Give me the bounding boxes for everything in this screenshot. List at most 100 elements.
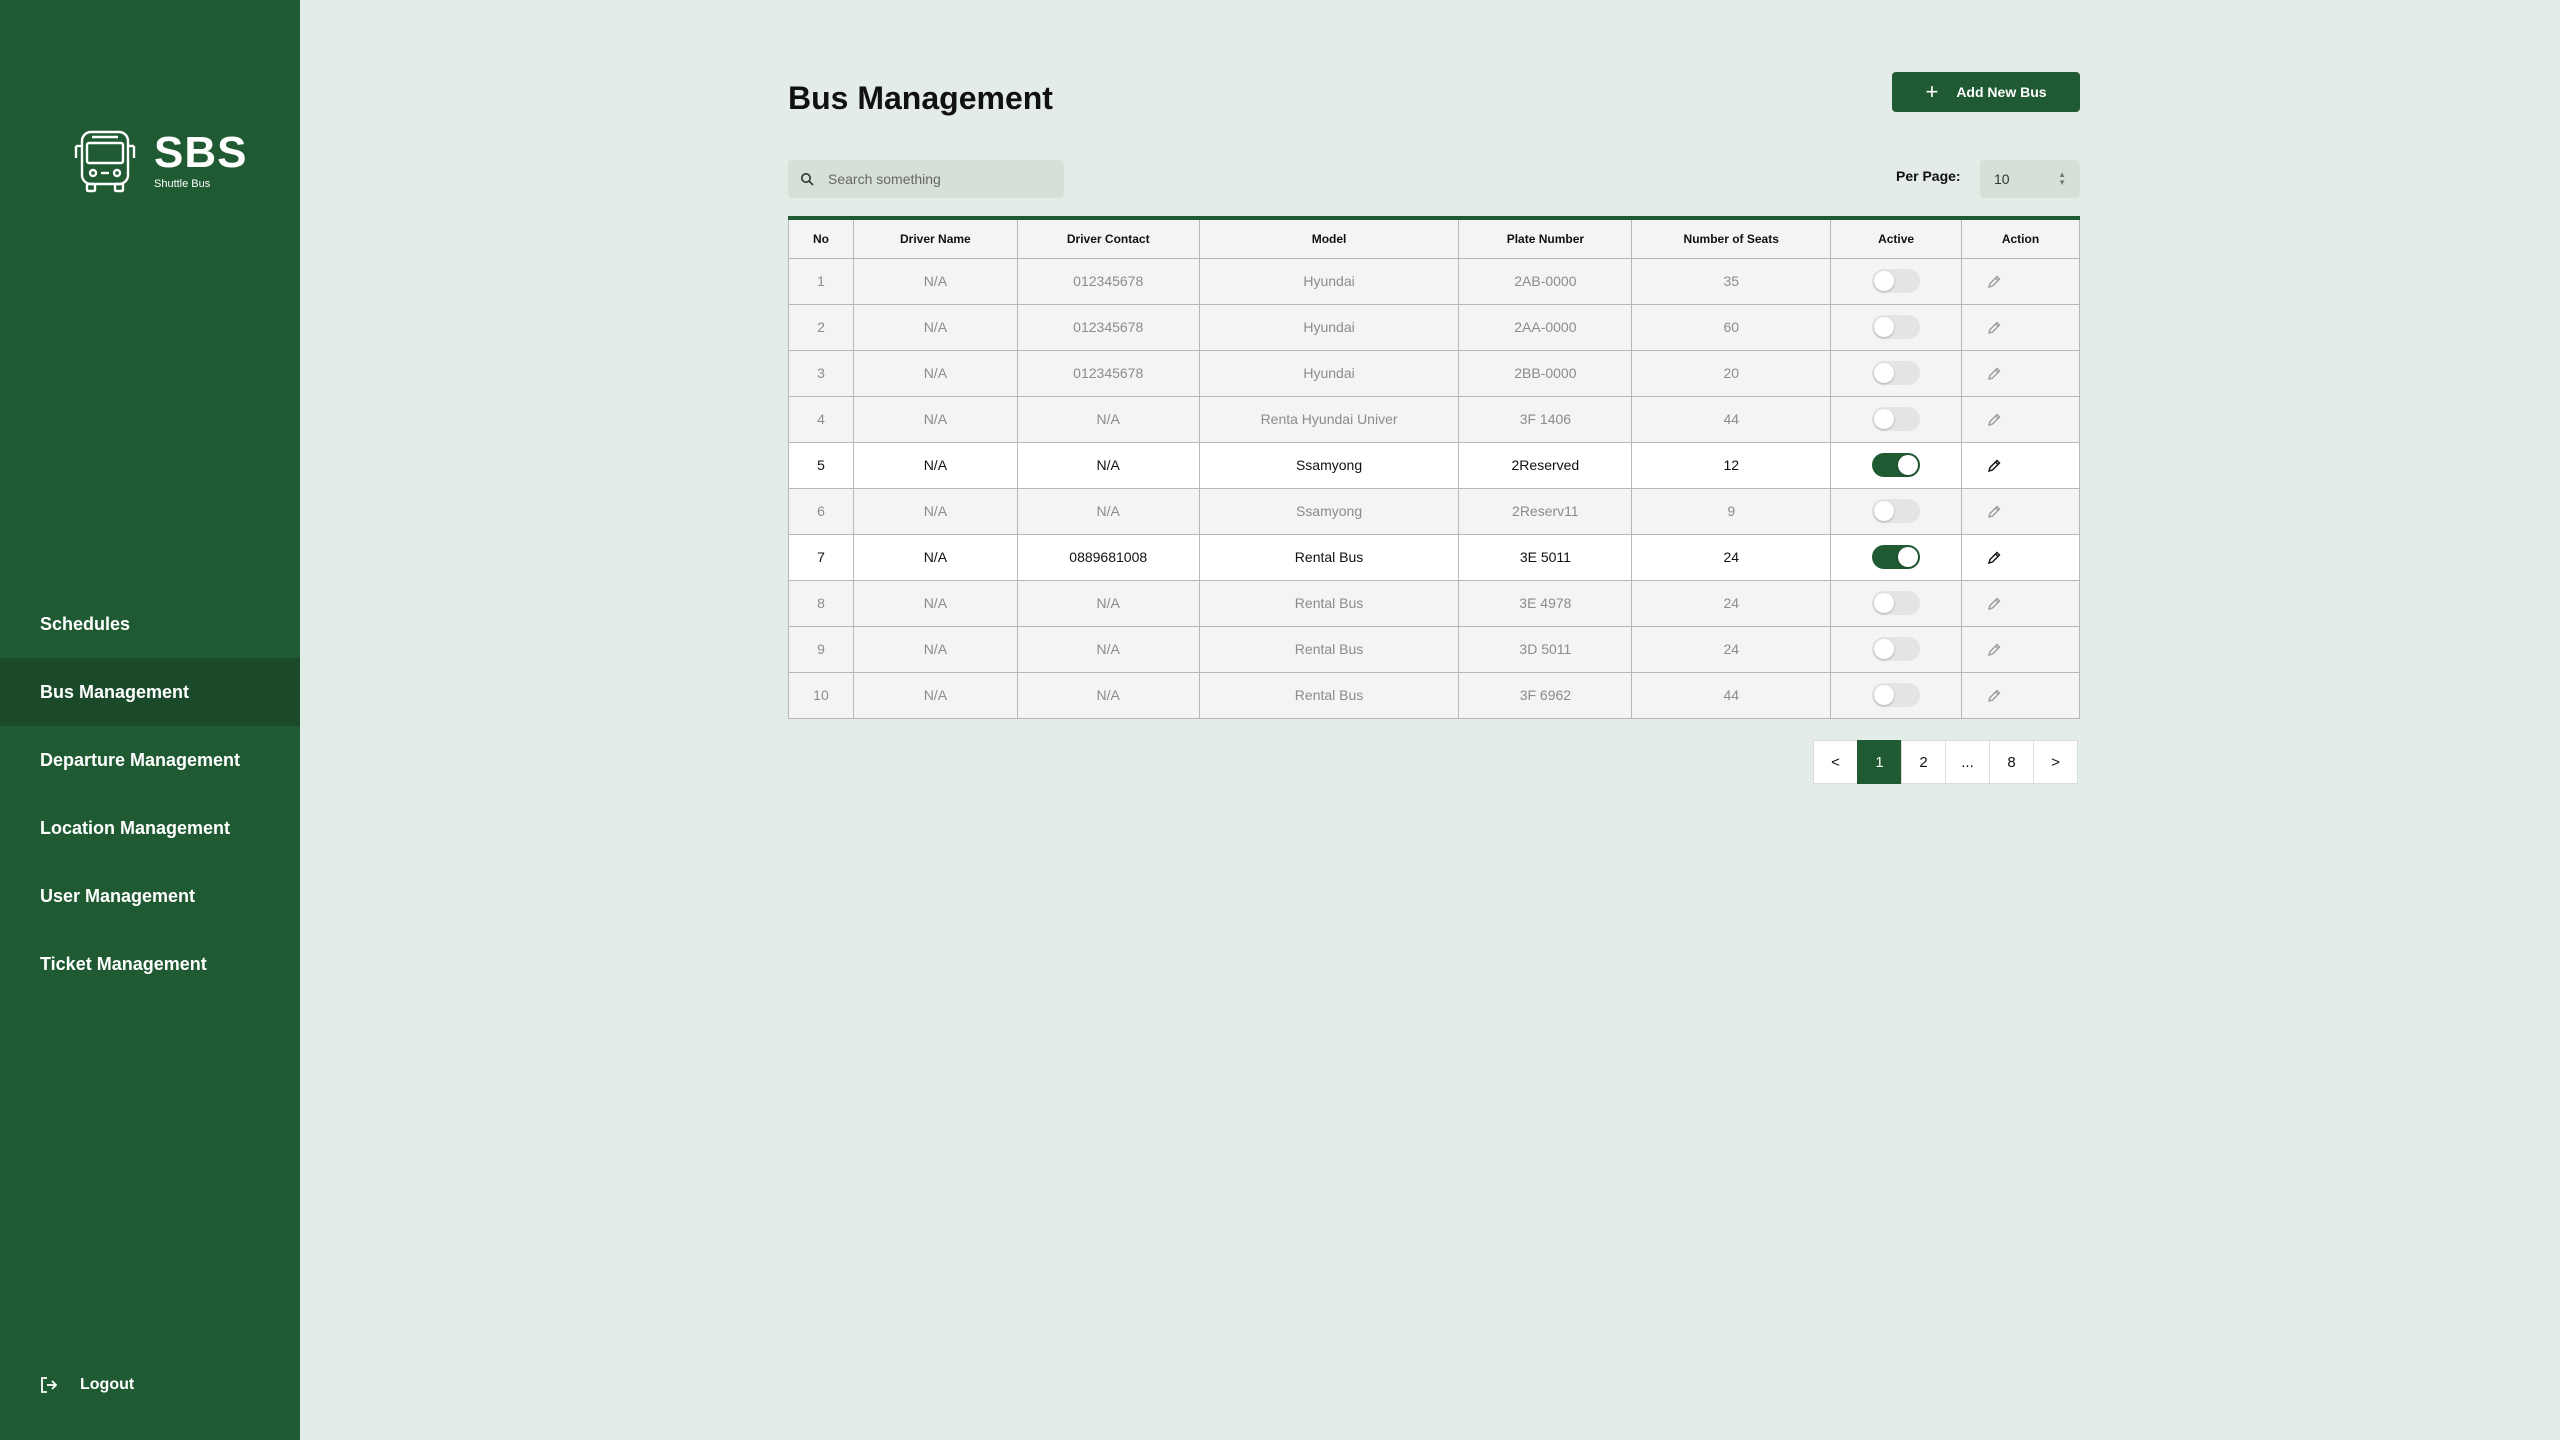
active-toggle[interactable] [1872, 269, 1921, 293]
column-header-number-of-seats[interactable]: Number of Seats [1631, 217, 1832, 259]
active-toggle[interactable] [1872, 407, 1921, 431]
page-title: Bus Management [788, 80, 1053, 116]
column-header-driver-name[interactable]: Driver Name [852, 217, 1018, 259]
sidebar-item-location-management[interactable]: Location Management [0, 794, 300, 862]
cell-driver-name: N/A [852, 303, 1018, 351]
active-toggle[interactable] [1872, 453, 1921, 477]
toggle-knob [1874, 409, 1895, 429]
cell-action [1961, 625, 2080, 673]
cell-number-of-seats: 44 [1631, 395, 1832, 443]
cell-active [1830, 395, 1963, 443]
edit-pencil-icon[interactable] [1986, 504, 2002, 520]
cell-driver-contact: 012345678 [1016, 349, 1200, 397]
active-toggle[interactable] [1872, 683, 1921, 707]
cell-number-of-seats: 12 [1631, 441, 1832, 489]
logout-button[interactable]: Logout [40, 1376, 134, 1394]
table-row: 7 N/A 0889681008 Rental Bus 3E 5011 24 [788, 533, 2080, 581]
pagination-page-2[interactable]: 2 [1901, 740, 1946, 784]
edit-pencil-icon[interactable] [1986, 412, 2002, 428]
active-toggle[interactable] [1872, 545, 1921, 569]
cell-driver-contact: 0889681008 [1016, 533, 1200, 581]
add-new-bus-button[interactable]: + Add New Bus [1892, 72, 2080, 112]
toggle-knob [1874, 501, 1895, 521]
sidebar-item-user-management[interactable]: User Management [0, 862, 300, 930]
cell-active [1830, 441, 1963, 489]
cell-number-of-seats: 35 [1631, 257, 1832, 305]
pagination-prev-button[interactable]: < [1813, 740, 1858, 784]
cell-plate-number: 3E 5011 [1458, 533, 1633, 581]
edit-pencil-icon[interactable] [1986, 642, 2002, 658]
column-header-no[interactable]: No [788, 217, 854, 259]
cell-active [1830, 671, 1963, 719]
pagination-page-8[interactable]: 8 [1989, 740, 2034, 784]
bus-logo-icon [74, 130, 136, 193]
cell-number-of-seats: 9 [1631, 487, 1832, 535]
cell-number-of-seats: 44 [1631, 671, 1832, 719]
cell-plate-number: 2Reserved [1458, 441, 1633, 489]
edit-pencil-icon[interactable] [1986, 550, 2002, 566]
cell-driver-name: N/A [852, 625, 1018, 673]
cell-no: 4 [788, 395, 854, 443]
column-header-action[interactable]: Action [1961, 217, 2080, 259]
toggle-knob [1874, 593, 1895, 613]
sidebar-item-departure-management[interactable]: Departure Management [0, 726, 300, 794]
sidebar-nav: Schedules Bus Management Departure Manag… [0, 590, 300, 998]
edit-pencil-icon[interactable] [1986, 688, 2002, 704]
toggle-knob [1898, 455, 1919, 475]
toggle-knob [1874, 363, 1895, 383]
cell-driver-contact: N/A [1016, 671, 1200, 719]
cell-action [1961, 303, 2080, 351]
per-page-select[interactable]: 10 ▲ ▼ [1980, 160, 2080, 198]
active-toggle[interactable] [1872, 637, 1921, 661]
active-toggle[interactable] [1872, 361, 1921, 385]
edit-pencil-icon[interactable] [1986, 274, 2002, 290]
sidebar-item-schedules[interactable]: Schedules [0, 590, 300, 658]
cell-no: 1 [788, 257, 854, 305]
select-arrows-icon: ▲ ▼ [2058, 170, 2066, 187]
cell-active [1830, 257, 1963, 305]
cell-driver-name: N/A [852, 579, 1018, 627]
cell-driver-name: N/A [852, 533, 1018, 581]
column-header-driver-contact[interactable]: Driver Contact [1016, 217, 1200, 259]
active-toggle[interactable] [1872, 591, 1921, 615]
cell-model: Ssamyong [1198, 487, 1460, 535]
column-header-plate-number[interactable]: Plate Number [1458, 217, 1633, 259]
cell-active [1830, 533, 1963, 581]
cell-number-of-seats: 24 [1631, 579, 1832, 627]
column-header-active[interactable]: Active [1830, 217, 1963, 259]
edit-pencil-icon[interactable] [1986, 596, 2002, 612]
pagination-ellipsis: ... [1945, 740, 1990, 784]
cell-no: 8 [788, 579, 854, 627]
toggle-knob [1874, 639, 1895, 659]
edit-pencil-icon[interactable] [1986, 320, 2002, 336]
pagination-next-button[interactable]: > [2033, 740, 2078, 784]
cell-action [1961, 395, 2080, 443]
cell-no: 3 [788, 349, 854, 397]
table-row: 6 N/A N/A Ssamyong 2Reserv11 9 [788, 487, 2080, 535]
active-toggle[interactable] [1872, 499, 1921, 523]
cell-no: 5 [788, 441, 854, 489]
pagination-page-1[interactable]: 1 [1857, 740, 1902, 784]
cell-driver-name: N/A [852, 349, 1018, 397]
table-row: 1 N/A 012345678 Hyundai 2AB-0000 35 [788, 257, 2080, 305]
cell-no: 7 [788, 533, 854, 581]
sidebar-item-ticket-management[interactable]: Ticket Management [0, 930, 300, 998]
search-input[interactable] [828, 171, 1048, 187]
cell-no: 9 [788, 625, 854, 673]
sidebar-item-bus-management[interactable]: Bus Management [0, 658, 300, 726]
cell-model: Ssamyong [1198, 441, 1460, 489]
edit-pencil-icon[interactable] [1986, 366, 2002, 382]
table-row: 2 N/A 012345678 Hyundai 2AA-0000 60 [788, 303, 2080, 351]
cell-model: Rental Bus [1198, 533, 1460, 581]
plus-icon: + [1925, 79, 1939, 104]
cell-no: 2 [788, 303, 854, 351]
cell-action [1961, 349, 2080, 397]
active-toggle[interactable] [1872, 315, 1921, 339]
column-header-model[interactable]: Model [1198, 217, 1460, 259]
search-icon [801, 173, 814, 186]
cell-plate-number: 2BB-0000 [1458, 349, 1633, 397]
table-row: 4 N/A N/A Renta Hyundai Univer 3F 1406 44 [788, 395, 2080, 443]
cell-plate-number: 2AA-0000 [1458, 303, 1633, 351]
table-row: 9 N/A N/A Rental Bus 3D 5011 24 [788, 625, 2080, 673]
edit-pencil-icon[interactable] [1986, 458, 2002, 474]
